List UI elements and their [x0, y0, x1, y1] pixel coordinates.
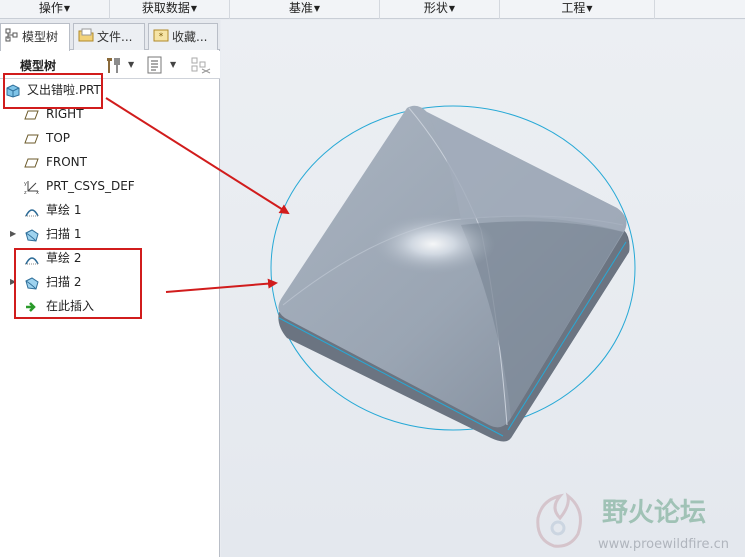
ribbon-group-engineering[interactable]: 工程▼: [500, 0, 655, 19]
model-view-canvas: [270, 105, 636, 442]
datum-plane-icon: [24, 155, 40, 169]
show-hide-icon[interactable]: [190, 55, 211, 75]
sketch-icon: [24, 203, 40, 217]
svg-text:y: y: [24, 181, 27, 187]
model-tree-title: 模型树: [20, 59, 57, 73]
chevron-down-icon: ▼: [63, 4, 71, 13]
chevron-down-icon[interactable]: ▼: [128, 60, 134, 69]
favorites-icon: *: [153, 25, 169, 51]
forum-watermark: 野火论坛 www.proewildfire.cn: [530, 488, 745, 557]
ribbon-group-get-data[interactable]: 获取数据▼: [110, 0, 230, 19]
datum-plane-icon: [24, 131, 40, 145]
folder-icon: [78, 25, 94, 51]
model-tree-icon: [5, 25, 19, 51]
navigator-tabs: 模型树 文件... * 收藏...: [0, 20, 220, 51]
expand-arrow-icon[interactable]: ▶: [10, 223, 16, 245]
tab-favorites[interactable]: * 收藏...: [148, 23, 218, 50]
watermark-url: www.proewildfire.cn: [598, 537, 729, 552]
chevron-down-icon: ▼: [190, 4, 198, 13]
model-specular-highlight: [371, 214, 495, 274]
svg-text:*: *: [159, 32, 164, 42]
sweep-icon: [24, 227, 40, 242]
svg-text:z: z: [24, 190, 27, 195]
annotation-box-sketch-sweep-2: [14, 248, 142, 319]
chevron-down-icon: ▼: [313, 4, 321, 13]
tab-file-browser[interactable]: 文件...: [73, 23, 145, 50]
ribbon-group-operations[interactable]: 操作▼: [0, 0, 110, 19]
graphics-viewport[interactable]: [221, 20, 745, 557]
chevron-down-icon[interactable]: ▼: [170, 60, 176, 69]
flame-logo-icon: [536, 492, 582, 548]
chevron-down-icon: ▼: [448, 4, 456, 13]
ribbon-group-bar: 操作▼ 获取数据▼ 基准▼ 形状▼ 工程▼: [0, 0, 745, 19]
watermark-title: 野火论坛: [602, 498, 706, 528]
annotation-box-root: [3, 73, 103, 109]
settings-list-icon[interactable]: [146, 55, 164, 75]
datum-plane-icon: [24, 107, 40, 121]
ribbon-group-shapes[interactable]: 形状▼: [380, 0, 500, 19]
svg-text:x: x: [36, 190, 39, 195]
coordinate-system-icon: y x z: [24, 179, 40, 196]
chevron-down-icon: ▼: [586, 4, 593, 13]
ribbon-group-datum[interactable]: 基准▼: [230, 0, 380, 19]
tab-model-tree[interactable]: 模型树: [0, 23, 70, 51]
tools-icon[interactable]: [104, 55, 122, 75]
